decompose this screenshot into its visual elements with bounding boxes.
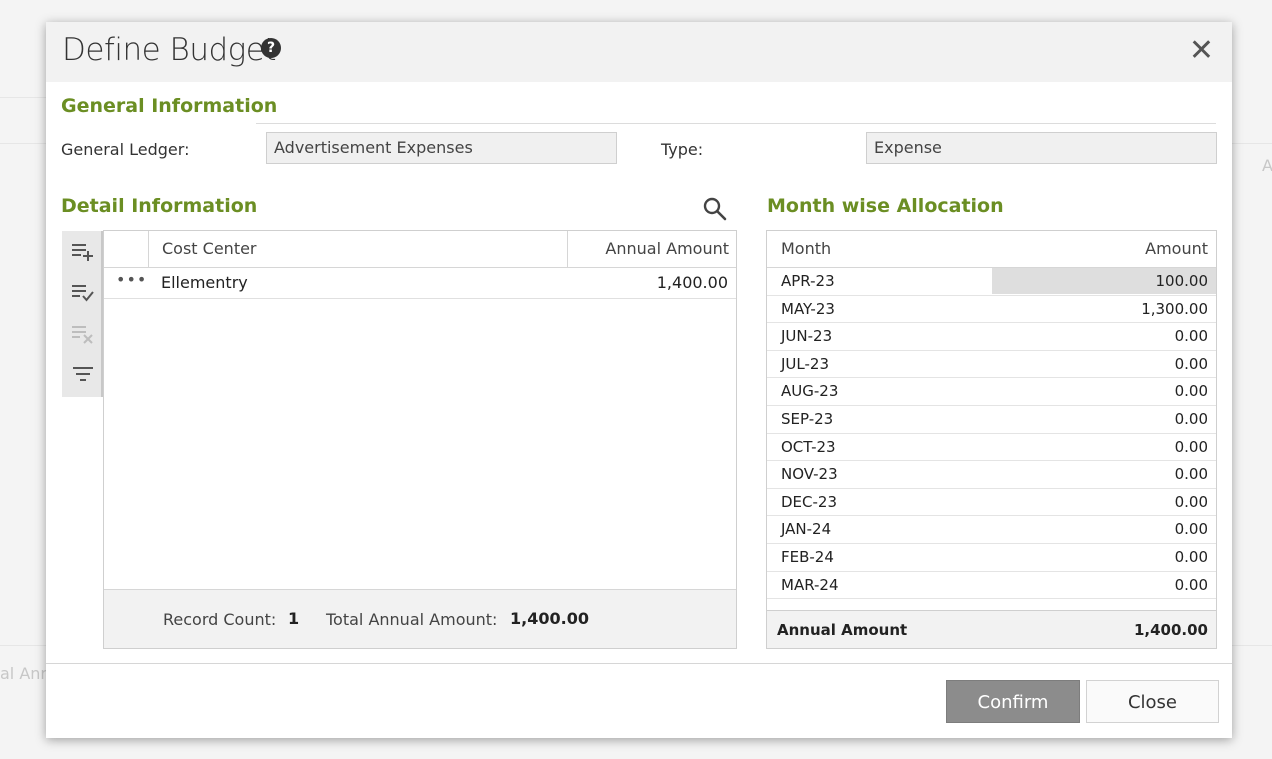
- month-alloc-title: Month wise Allocation: [767, 195, 1004, 217]
- total-annual-amount-value: 1,400.00: [510, 609, 589, 628]
- month-grid-footer: Annual Amount 1,400.00: [767, 610, 1216, 648]
- general-ledger-field[interactable]: Advertisement Expenses: [266, 132, 617, 164]
- background-divider: [1232, 143, 1272, 144]
- cost-center-grid-footer: Record Count: 1 Total Annual Amount: 1,4…: [104, 589, 736, 648]
- amount-cell: 0.00: [1174, 465, 1208, 484]
- month-cell: MAY-23: [781, 299, 835, 318]
- column-header-annual-amount[interactable]: Annual Amount: [605, 231, 729, 267]
- footer-divider: [46, 663, 1232, 664]
- background-divider: [0, 143, 46, 144]
- help-icon[interactable]: ?: [261, 38, 281, 58]
- amount-cell: 0.00: [1174, 382, 1208, 401]
- confirm-button[interactable]: Confirm: [946, 680, 1080, 723]
- month-cell: FEB-24: [781, 548, 834, 566]
- record-count-label: Record Count:: [163, 610, 277, 629]
- month-grid-header: Month Amount: [767, 231, 1216, 268]
- detail-info-title: Detail Information: [61, 195, 258, 217]
- total-annual-amount-label: Total Annual Amount:: [326, 610, 498, 629]
- month-row[interactable]: MAY-23 1,300.00: [767, 296, 1216, 324]
- add-row-icon[interactable]: [71, 239, 95, 263]
- column-header-month: Month: [781, 239, 832, 258]
- type-label: Type:: [661, 140, 704, 159]
- amount-cell: 0.00: [1174, 410, 1208, 428]
- month-row[interactable]: MAR-24 0.00: [767, 572, 1216, 600]
- annual-amount-value: 1,400.00: [1133, 621, 1208, 639]
- month-cell: SEP-23: [781, 410, 834, 428]
- month-row[interactable]: OCT-23 0.00: [767, 434, 1216, 462]
- amount-cell: 0.00: [1174, 327, 1208, 346]
- search-icon[interactable]: [702, 196, 728, 222]
- general-info-title: General Information: [61, 95, 278, 117]
- column-separator: [567, 231, 568, 267]
- amount-cell: 0.00: [1174, 354, 1208, 373]
- check-rows-icon[interactable]: [71, 280, 95, 304]
- close-icon[interactable]: ✕: [1189, 36, 1214, 66]
- background-text-right: A: [1262, 156, 1272, 175]
- column-separator: [148, 231, 149, 267]
- month-cell: DEC-23: [781, 492, 838, 511]
- month-cell: JUL-23: [781, 354, 829, 373]
- month-cell: AUG-23: [781, 382, 839, 401]
- month-row[interactable]: APR-23 100.00: [767, 268, 1216, 296]
- define-budget-dialog: Define Budget ? ✕ General Information Ge…: [46, 22, 1232, 738]
- background-divider: [0, 97, 46, 98]
- background-divider: [0, 645, 46, 646]
- amount-cell: 0.00: [1174, 492, 1208, 511]
- month-cell: OCT-23: [781, 437, 836, 456]
- type-field[interactable]: Expense: [866, 132, 1217, 164]
- close-button[interactable]: Close: [1086, 680, 1219, 723]
- dialog-header: Define Budget ? ✕: [46, 22, 1232, 82]
- cost-center-grid: Cost Center Annual Amount ••• Ellementry…: [103, 230, 737, 649]
- dialog-title: Define Budget: [62, 32, 277, 68]
- month-row[interactable]: JUN-23 0.00: [767, 323, 1216, 351]
- month-row[interactable]: NOV-23 0.00: [767, 461, 1216, 489]
- amount-cell: 0.00: [1174, 520, 1208, 539]
- record-count-value: 1: [288, 609, 300, 628]
- amount-cell: 0.00: [1174, 575, 1208, 594]
- month-allocation-grid: Month Amount APR-23 100.00 MAY-23 1,300.00 J…: [766, 230, 1217, 649]
- month-cell: NOV-23: [781, 465, 838, 484]
- column-header-cost-center[interactable]: Cost Center: [162, 231, 257, 267]
- grid-toolbar: [62, 231, 103, 397]
- table-row[interactable]: ••• Ellementry 1,400.00: [104, 268, 736, 299]
- cost-center-grid-header: Cost Center Annual Amount: [104, 231, 736, 268]
- month-cell: MAR-24: [781, 575, 839, 594]
- row-menu-icon[interactable]: •••: [116, 270, 147, 289]
- month-row[interactable]: AUG-23 0.00: [767, 378, 1216, 406]
- background-divider: [1232, 645, 1272, 646]
- general-ledger-label: General Ledger:: [61, 140, 190, 159]
- delete-row-icon: [72, 326, 93, 344]
- amount-cell: 0.00: [1174, 437, 1208, 456]
- month-row[interactable]: FEB-24 0.00: [767, 544, 1216, 572]
- filter-icon[interactable]: [71, 362, 95, 386]
- month-row[interactable]: JUL-23 0.00: [767, 351, 1216, 379]
- column-header-amount: Amount: [1145, 239, 1208, 258]
- month-cell: JUN-23: [781, 327, 833, 346]
- annual-amount-label: Annual Amount: [777, 621, 908, 639]
- month-row[interactable]: JAN-24 0.00: [767, 516, 1216, 544]
- month-cell: APR-23: [781, 272, 835, 290]
- month-row[interactable]: SEP-23 0.00: [767, 406, 1216, 434]
- month-row[interactable]: DEC-23 0.00: [767, 489, 1216, 517]
- general-info-rule: [256, 123, 1216, 124]
- background-text-left: al Ann: [0, 664, 51, 683]
- annual-amount-cell: 1,400.00: [656, 273, 728, 292]
- month-cell: JAN-24: [781, 520, 832, 539]
- cost-center-cell: Ellementry: [161, 273, 248, 292]
- amount-cell[interactable]: 100.00: [1156, 272, 1209, 290]
- amount-cell: 1,300.00: [1141, 299, 1208, 318]
- amount-cell: 0.00: [1174, 548, 1208, 566]
